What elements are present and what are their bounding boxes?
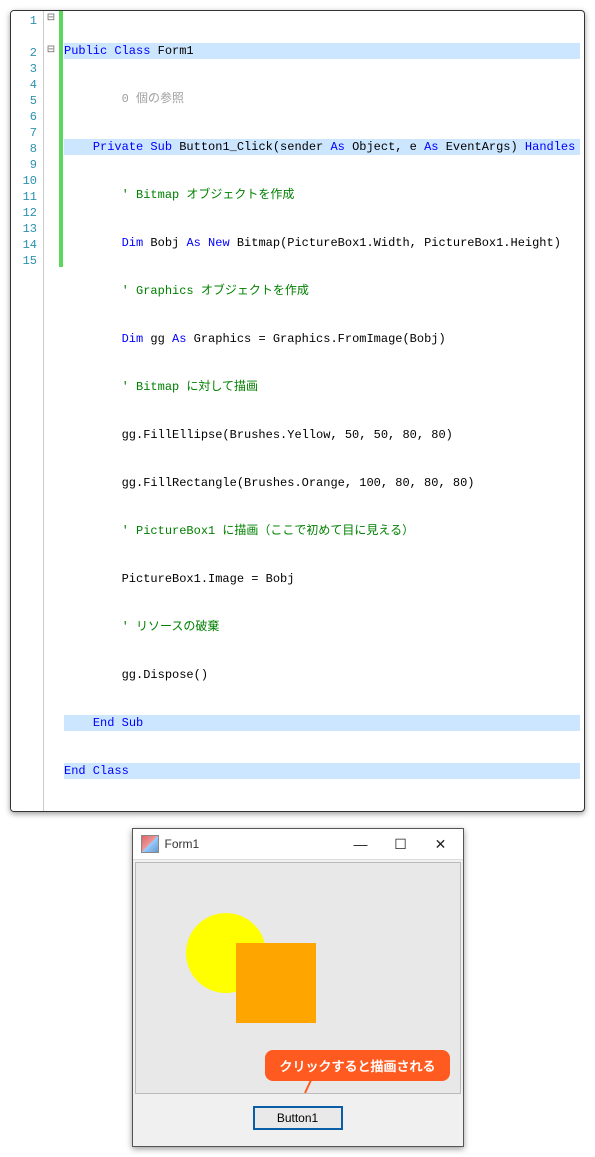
code-editor[interactable]: 1 2 3 4 5 6 7 8 9 10 11 12 13 14 15 ⊟ ⊟ … [10,10,585,812]
fold-gutter[interactable]: ⊟ ⊟ [44,11,58,811]
titlebar[interactable]: Form1 — ☐ ✕ [133,829,463,860]
minimize-button[interactable]: — [341,830,381,858]
orange-rectangle [236,943,316,1023]
window-title: Form1 [165,837,341,851]
picturebox: クリックすると描画される [135,862,461,1094]
button1[interactable]: Button1 [253,1106,343,1130]
client-area: クリックすると描画される Button1 [133,860,463,1146]
callout-pointer [304,1080,312,1094]
code-content[interactable]: Public Class Form1 0 個の参照 Private Sub Bu… [64,11,584,811]
close-button[interactable]: ✕ [421,830,461,858]
codelens-references[interactable]: 0 個の参照 [122,92,184,106]
callout-label: クリックすると描画される [265,1050,449,1081]
app-icon [141,835,159,853]
form-window: Form1 — ☐ ✕ クリックすると描画される Button1 [132,828,464,1147]
line-number-gutter: 1 2 3 4 5 6 7 8 9 10 11 12 13 14 15 [11,11,44,811]
maximize-button[interactable]: ☐ [381,830,421,858]
